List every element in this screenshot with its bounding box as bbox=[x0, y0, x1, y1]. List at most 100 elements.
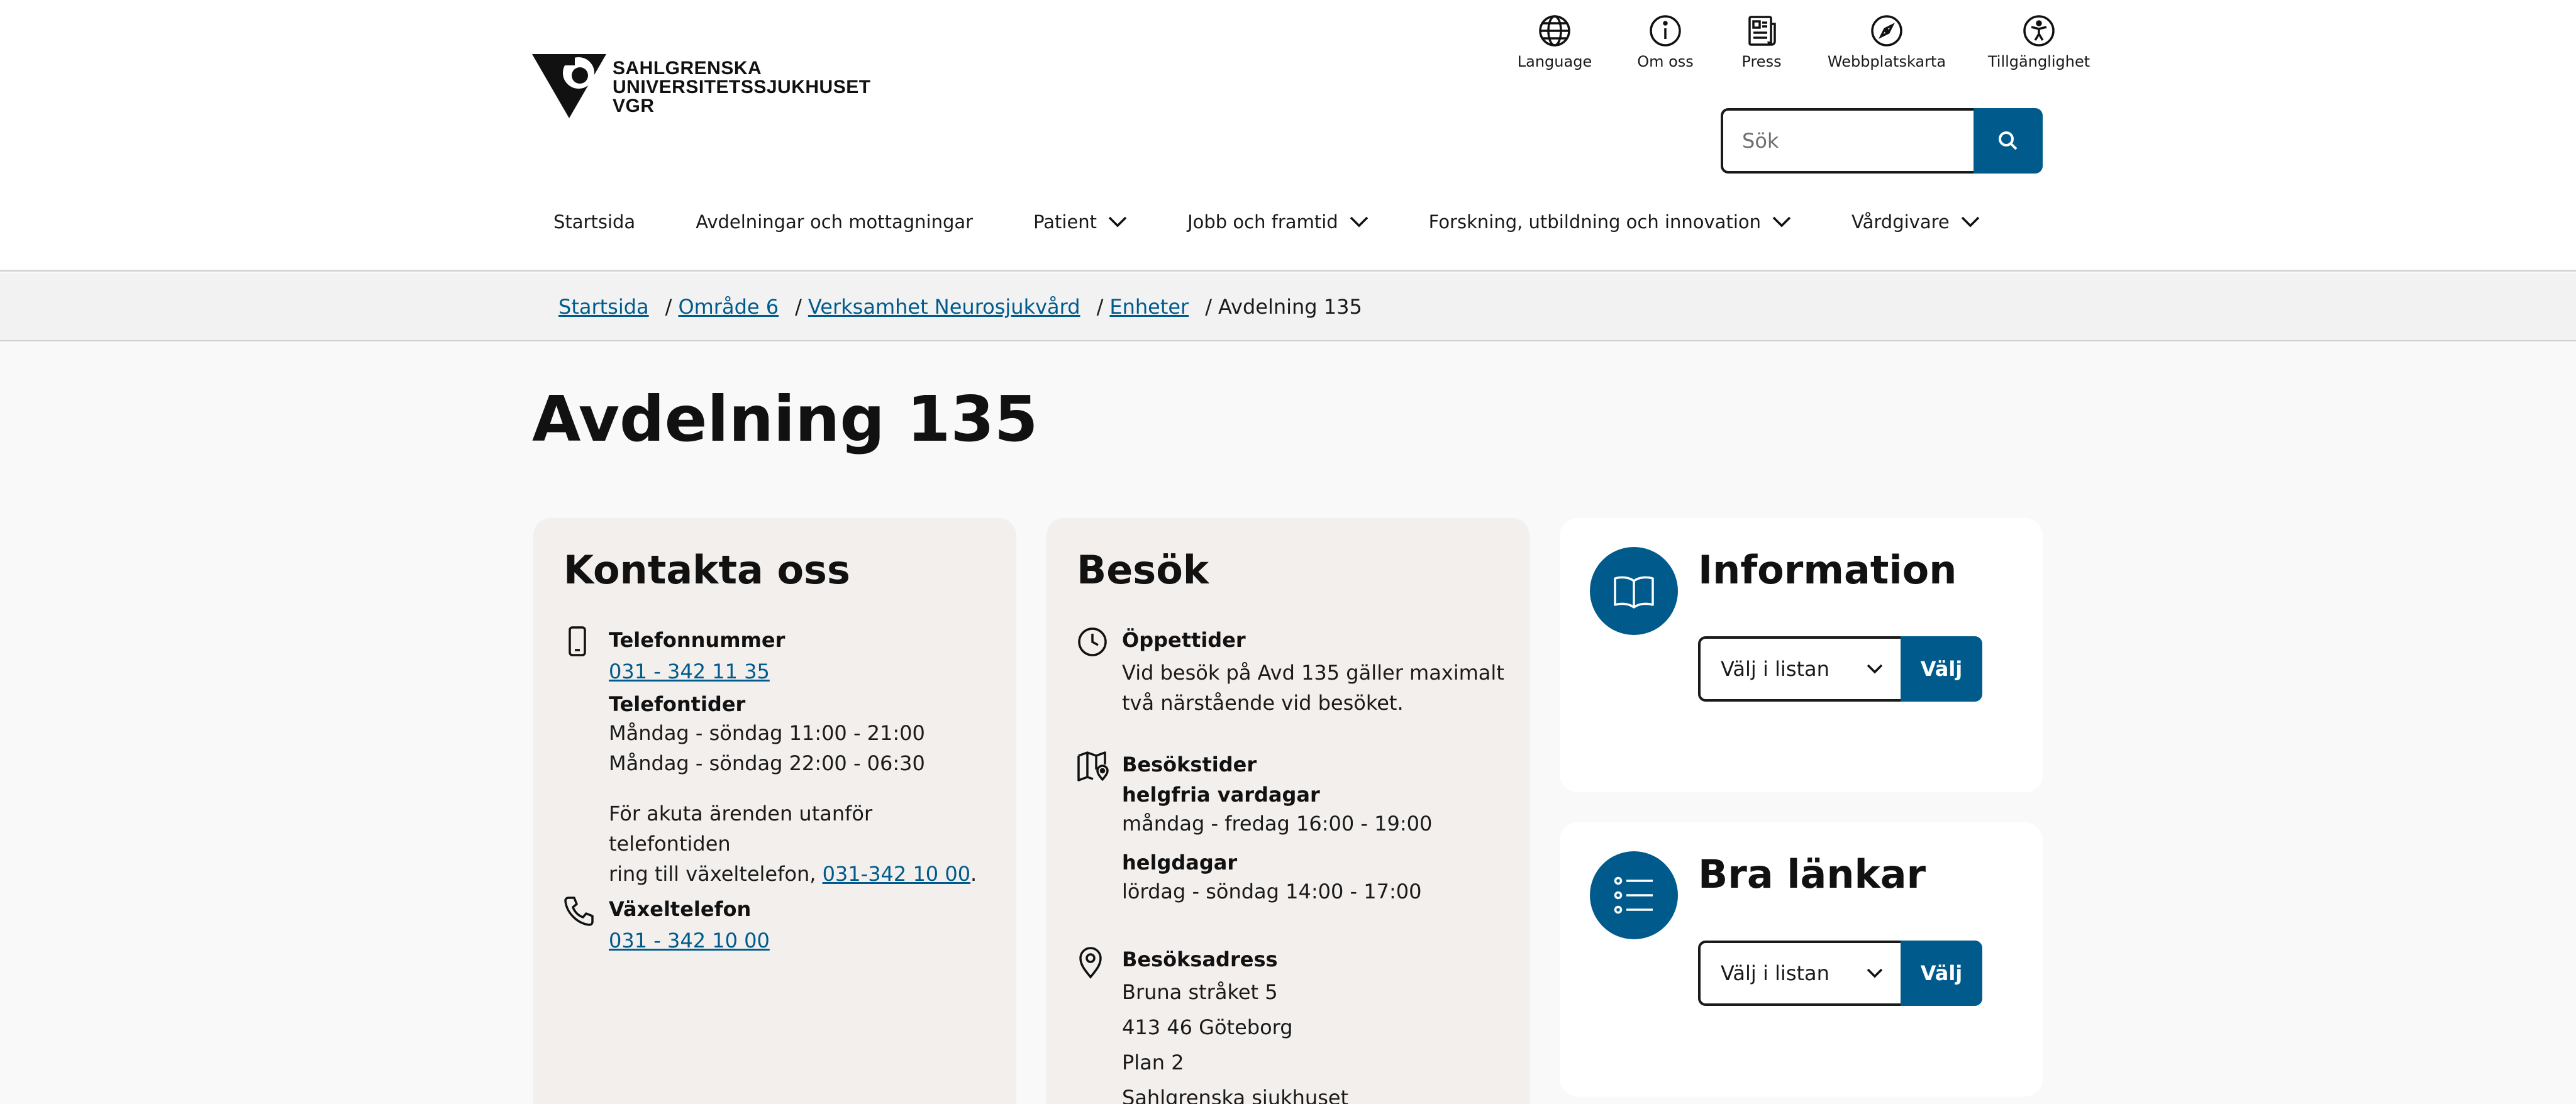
book-icon bbox=[1614, 576, 1654, 609]
nav-start[interactable]: Startsida bbox=[553, 211, 635, 233]
breadcrumb-link-units[interactable]: Enheter bbox=[1109, 295, 1189, 319]
information-card: Information Välj i listan Välj bbox=[1560, 518, 2043, 792]
site-header: SAHLGRENSKA UNIVERSITETSSJUKHUSET VGR La… bbox=[0, 0, 2576, 272]
address-line-2: 413 46 Göteborg bbox=[1122, 1015, 1293, 1039]
search-button[interactable] bbox=[1974, 108, 2043, 174]
mobile-phone-icon bbox=[569, 626, 586, 656]
newspaper-icon bbox=[1748, 16, 1776, 46]
address-line-4: Sahlgrenska sjukhuset bbox=[1122, 1086, 1349, 1104]
globe-icon bbox=[1539, 15, 1570, 47]
holiday-time: lördag - söndag 14:00 - 17:00 bbox=[1122, 880, 1422, 903]
visit-card: Besök Öppettider Vid besök på Avd 135 gä… bbox=[1046, 518, 1530, 1104]
search-form bbox=[1721, 108, 2043, 174]
press-label: Press bbox=[1741, 53, 1782, 70]
chevron-down-icon bbox=[1961, 216, 1979, 228]
opening-hours-line-1: Vid besök på Avd 135 gäller maximalt bbox=[1122, 661, 1504, 685]
nav-departments[interactable]: Avdelningar och mottagningar bbox=[696, 211, 973, 233]
urgent-line-2: ring till växeltelefon, bbox=[609, 862, 816, 886]
logo-line-2: UNIVERSITETSSJUKHUSET bbox=[613, 77, 871, 97]
accessibility-link[interactable]: Tillgänglighet bbox=[1976, 14, 2102, 70]
links-select-value: Välj i listan bbox=[1721, 961, 1829, 985]
switchboard-label: Växeltelefon bbox=[609, 897, 752, 921]
breadcrumb-separator: / bbox=[1205, 295, 1212, 319]
search-icon bbox=[1999, 131, 2018, 150]
phone-hours-1: Måndag - söndag 11:00 - 21:00 bbox=[609, 721, 925, 745]
chevron-down-icon bbox=[1108, 216, 1127, 228]
logo-line-1: SAHLGRENSKA bbox=[613, 58, 762, 79]
chevron-down-icon bbox=[1867, 968, 1883, 978]
opening-hours-label: Öppettider bbox=[1122, 628, 1246, 652]
compass-icon bbox=[1871, 15, 1902, 47]
nav-departments-label: Avdelningar och mottagningar bbox=[696, 211, 974, 233]
nav-caregivers[interactable]: Vårdgivare bbox=[1852, 211, 1980, 233]
site-logo[interactable]: SAHLGRENSKA UNIVERSITETSSJUKHUSET VGR bbox=[532, 54, 871, 118]
nav-research[interactable]: Forskning, utbildning och innovation bbox=[1429, 211, 1791, 233]
main-nav: Startsida Avdelningar och mottagningar P… bbox=[553, 211, 2040, 233]
address-line-3: Plan 2 bbox=[1122, 1051, 1184, 1074]
breadcrumb-link-area[interactable]: Område 6 bbox=[678, 295, 779, 319]
vgr-logo-icon bbox=[532, 54, 606, 118]
breadcrumb-separator: / bbox=[1096, 295, 1104, 319]
list-icon bbox=[1614, 876, 1653, 914]
nav-patient[interactable]: Patient bbox=[1033, 211, 1127, 233]
sitemap-label: Webbplatskarta bbox=[1827, 53, 1946, 70]
page-title: Avdelning 135 bbox=[532, 382, 1038, 456]
links-select[interactable]: Välj i listan bbox=[1698, 941, 1901, 1006]
links-choose-button[interactable]: Välj bbox=[1901, 941, 1982, 1006]
accessibility-icon bbox=[2023, 15, 2055, 47]
weekday-label: helgfria vardagar bbox=[1122, 783, 1320, 807]
contact-card: Kontakta oss Telefonnummer 031 - 342 11 … bbox=[533, 518, 1016, 1104]
breadcrumb-link-start[interactable]: Startsida bbox=[558, 295, 649, 319]
information-select[interactable]: Välj i listan bbox=[1698, 636, 1901, 702]
info-icon bbox=[1650, 15, 1681, 47]
information-title: Information bbox=[1698, 547, 1957, 593]
address-line-1: Bruna stråket 5 bbox=[1122, 980, 1278, 1004]
visiting-hours-label: Besökstider bbox=[1122, 753, 1257, 776]
phone-number-link[interactable]: 031 - 342 11 35 bbox=[609, 654, 999, 689]
chevron-down-icon bbox=[1350, 216, 1368, 228]
logo-line-3: VGR bbox=[613, 96, 655, 116]
urgent-line-2-wrap: ring till växeltelefon, 031-342 10 00. bbox=[609, 859, 999, 889]
accessibility-label: Tillgänglighet bbox=[1987, 53, 2090, 70]
links-title: Bra länkar bbox=[1698, 851, 1926, 897]
urgent-line-end: . bbox=[970, 862, 977, 886]
holiday-label: helgdagar bbox=[1122, 851, 1238, 875]
nav-patient-label: Patient bbox=[1033, 211, 1097, 233]
links-card: Bra länkar Välj i listan Välj bbox=[1560, 822, 2043, 1096]
press-link[interactable]: Press bbox=[1699, 14, 1824, 70]
location-icon bbox=[1079, 947, 1102, 979]
phone-hours-2: Måndag - söndag 22:00 - 06:30 bbox=[609, 751, 925, 775]
switchboard-number-link[interactable]: 031 - 342 10 00 bbox=[609, 923, 999, 958]
phone-label: Telefonnummer bbox=[609, 628, 786, 652]
information-select-value: Välj i listan bbox=[1721, 657, 1829, 681]
urgent-switchboard-link[interactable]: 031-342 10 00 bbox=[823, 862, 970, 886]
links-select-group: Välj i listan Välj bbox=[1698, 941, 1982, 1006]
chevron-down-icon bbox=[1772, 216, 1791, 228]
opening-hours-line-2: två närstående vid besöket. bbox=[1122, 691, 1404, 715]
nav-caregivers-label: Vårdgivare bbox=[1852, 211, 1950, 233]
breadcrumb-separator: / bbox=[665, 295, 672, 319]
language-link[interactable]: Language bbox=[1492, 14, 1618, 70]
breadcrumb-separator: / bbox=[795, 295, 802, 319]
language-label: Language bbox=[1517, 53, 1592, 70]
map-pin-icon bbox=[1077, 751, 1109, 781]
information-choose-button[interactable]: Välj bbox=[1901, 636, 1982, 702]
visit-title: Besök bbox=[1077, 547, 1209, 593]
information-badge bbox=[1590, 547, 1678, 635]
sitemap-link[interactable]: Webbplatskarta bbox=[1824, 14, 1950, 70]
address-label: Besöksadress bbox=[1122, 947, 1278, 971]
search-input[interactable] bbox=[1721, 108, 1974, 174]
contact-title: Kontakta oss bbox=[564, 547, 850, 593]
phone-icon bbox=[564, 897, 594, 926]
nav-start-label: Startsida bbox=[553, 211, 636, 233]
chevron-down-icon bbox=[1867, 664, 1883, 674]
nav-jobs[interactable]: Jobb och framtid bbox=[1187, 211, 1368, 233]
phone-hours-label: Telefontider bbox=[609, 692, 746, 716]
breadcrumb-link-neuro[interactable]: Verksamhet Neurosjukvård bbox=[808, 295, 1080, 319]
links-badge bbox=[1590, 851, 1678, 939]
nav-jobs-label: Jobb och framtid bbox=[1187, 211, 1338, 233]
clock-icon bbox=[1078, 627, 1107, 656]
nav-research-label: Forskning, utbildning och innovation bbox=[1428, 211, 1762, 233]
weekday-time: måndag - fredag 16:00 - 19:00 bbox=[1122, 812, 1433, 836]
urgent-line-1: För akuta ärenden utanför telefontiden bbox=[609, 802, 873, 856]
